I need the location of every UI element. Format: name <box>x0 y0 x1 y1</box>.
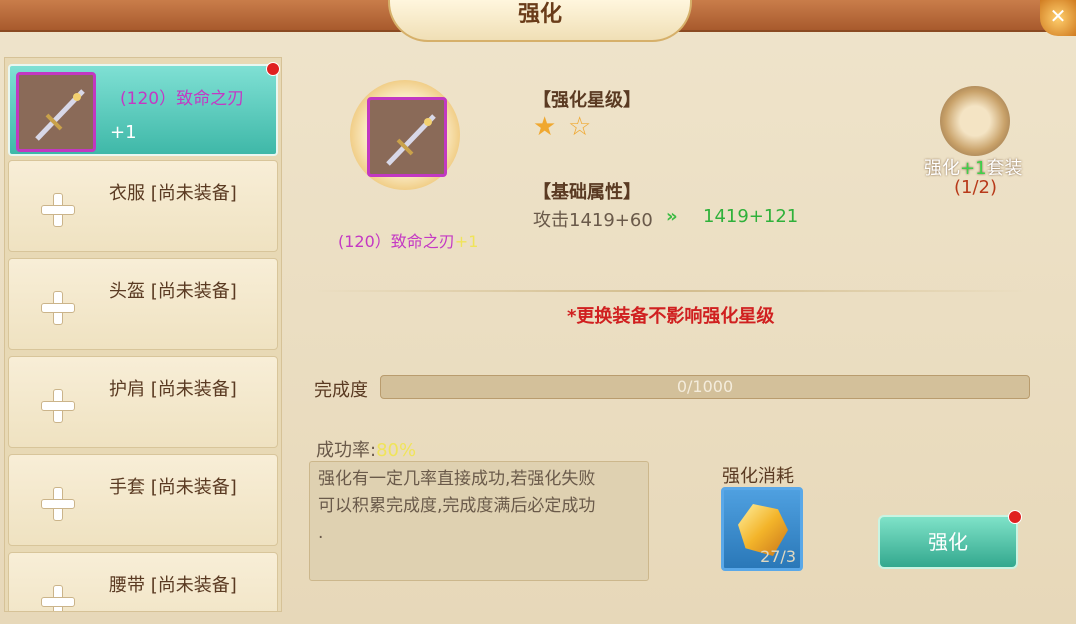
window-title: 强化 <box>517 2 562 27</box>
list-item[interactable]: 腰带 [尚未装备] <box>8 552 278 611</box>
list-item-label: 腰带 [尚未装备] <box>109 575 237 596</box>
success-rate: 成功率:80% <box>316 436 416 462</box>
progress-bar: 0/1000 <box>380 375 1030 399</box>
sword-icon <box>386 114 436 166</box>
star-level-title: 【强化星级】 <box>533 90 641 111</box>
add-slot-icon <box>39 583 75 611</box>
selected-item-title: (120）致命之刃+1 <box>338 228 478 252</box>
equipment-list[interactable]: (120）致命之刃 +1 衣服 [尚未装备] 头盔 [尚未装备] 护肩 [尚未装… <box>4 57 282 612</box>
set-bonus-count: (1/2) <box>954 177 998 198</box>
set-bonus-prefix: 强化 <box>924 158 960 179</box>
selected-item-emblem <box>330 80 480 230</box>
description-line: 可以积累完成度,完成度满后必定成功 <box>318 496 596 516</box>
list-item-label: 手套 [尚未装备] <box>109 477 237 498</box>
set-bonus-suffix: 套装 <box>986 158 1023 179</box>
list-item-selected[interactable]: (120）致命之刃 +1 <box>8 62 280 156</box>
attr-next: 1419+121 <box>703 206 799 227</box>
cost-count: 27/3 <box>760 547 796 566</box>
star-empty-icon: ☆ <box>568 112 592 142</box>
notification-dot <box>266 62 280 76</box>
list-item-label: 护肩 [尚未装备] <box>109 379 237 400</box>
add-slot-icon <box>39 191 75 227</box>
add-slot-icon <box>39 387 75 423</box>
attr-current: 攻击1419+60 <box>533 210 653 231</box>
title-plate: 强化 <box>388 0 692 42</box>
sword-icon <box>35 89 85 141</box>
description-line: 强化有一定几率直接成功,若强化失败 <box>318 469 596 489</box>
weapon-slot-icon <box>16 72 96 152</box>
notification-dot <box>1008 510 1022 524</box>
success-rate-value: 80% <box>376 440 417 461</box>
close-icon[interactable]: ✕ <box>1040 0 1076 36</box>
divider <box>310 290 1030 292</box>
progress-text: 0/1000 <box>676 377 734 396</box>
list-item[interactable]: 手套 [尚未装备] <box>8 454 278 546</box>
notice-text: *更换装备不影响强化星级 <box>567 306 775 327</box>
arrow-right-icon: » <box>666 206 678 227</box>
enhance-button-label: 强化 <box>928 530 968 554</box>
description-line: . <box>318 523 324 543</box>
set-bonus-plus: +1 <box>960 158 987 179</box>
description-box: 强化有一定几率直接成功,若强化失败 可以积累完成度,完成度满后必定成功 . <box>309 461 649 581</box>
cost-material-slot[interactable]: 27/3 <box>721 487 803 571</box>
enhance-button[interactable]: 强化 <box>878 515 1018 569</box>
weapon-slot-icon <box>367 97 447 177</box>
selected-item-level: +1 <box>110 122 137 143</box>
selected-item-name: (120）致命之刃 <box>120 89 245 109</box>
selected-item-plus: +1 <box>454 232 479 251</box>
enhance-panel: 强化 ✕ (120）致命之刃 +1 衣服 [尚未装备] 头盔 [尚未装备] 护肩… <box>0 0 1076 624</box>
star-filled-icon: ★ <box>533 112 557 142</box>
add-slot-icon <box>39 485 75 521</box>
selected-item-name: (120）致命之刃 <box>338 232 455 251</box>
success-rate-label: 成功率: <box>316 440 377 461</box>
add-slot-icon <box>39 289 75 325</box>
progress-label: 完成度 <box>314 380 368 401</box>
list-item-label: 衣服 [尚未装备] <box>109 183 237 204</box>
list-item[interactable]: 护肩 [尚未装备] <box>8 356 278 448</box>
list-item-label: 头盔 [尚未装备] <box>109 281 237 302</box>
cost-title: 强化消耗 <box>722 466 794 487</box>
list-item[interactable]: 衣服 [尚未装备] <box>8 160 278 252</box>
list-item[interactable]: 头盔 [尚未装备] <box>8 258 278 350</box>
base-attr-title: 【基础属性】 <box>533 182 641 203</box>
set-bonus-icon[interactable] <box>940 86 1010 156</box>
